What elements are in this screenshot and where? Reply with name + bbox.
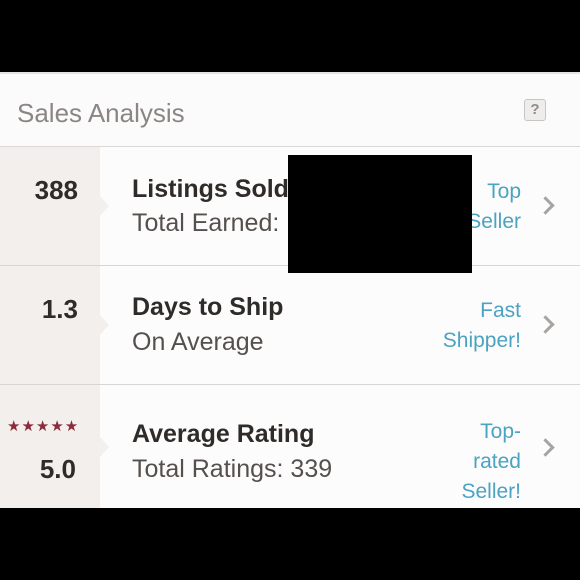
chevron-right-icon[interactable] (536, 438, 555, 457)
listings-sold-value: 388 (34, 175, 78, 205)
star-rating-icon: ★★★★★ (7, 418, 80, 435)
chevron-right-icon[interactable] (536, 196, 555, 215)
stat-cell: 1.3 (0, 266, 100, 384)
help-button[interactable]: ? (524, 99, 546, 121)
badge-line: Top (487, 180, 521, 203)
row-title: Average Rating (132, 420, 315, 448)
badge-line: Fast (480, 299, 521, 322)
days-to-ship-value: 1.3 (41, 294, 78, 324)
badge-line: Seller (467, 210, 521, 233)
row-title: Listings Sold (132, 175, 289, 203)
sales-analysis-panel: Sales Analysis ? 388 Listings Sold Total… (0, 72, 580, 508)
top-rated-seller-badge[interactable]: Top- rated Seller! (461, 417, 521, 507)
stat-pointer (100, 196, 109, 216)
stat-pointer (100, 315, 109, 335)
average-rating-value: 5.0 (39, 454, 76, 484)
stat-pointer (100, 436, 109, 457)
row-title: Days to Ship (132, 293, 284, 321)
badge-line: Seller! (461, 480, 521, 503)
top-seller-badge[interactable]: Top Seller (467, 177, 521, 237)
row-subtitle: Total Ratings: 339 (132, 455, 333, 483)
fast-shipper-badge[interactable]: Fast Shipper! (443, 296, 521, 356)
badge-line: Shipper! (442, 329, 521, 352)
stat-row-days-to-ship[interactable]: 1.3 Days to Ship On Average Fast Shipper… (0, 266, 580, 385)
redaction-box (288, 155, 472, 273)
panel-title: Sales Analysis (17, 98, 185, 128)
badge-line: rated (473, 450, 521, 473)
stat-cell: ★★★★★ 5.0 (0, 385, 100, 508)
chevron-right-icon[interactable] (536, 315, 555, 334)
stat-row-average-rating[interactable]: ★★★★★ 5.0 Average Rating Total Ratings: … (0, 385, 580, 508)
stat-cell: 388 (0, 147, 100, 265)
panel-header: Sales Analysis ? (0, 72, 580, 147)
question-icon: ? (530, 101, 540, 118)
row-subtitle: Total Earned: (132, 209, 280, 237)
badge-line: Top- (480, 420, 521, 443)
row-subtitle: On Average (132, 328, 264, 356)
